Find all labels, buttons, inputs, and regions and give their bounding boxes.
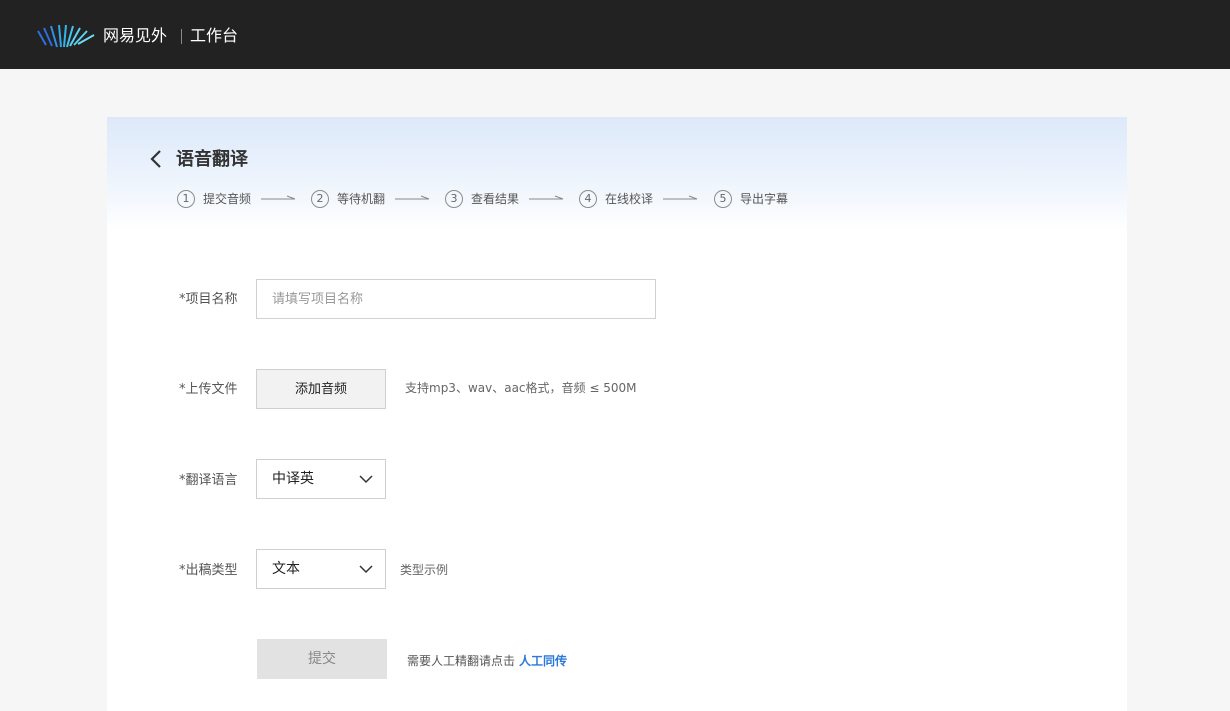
brand-name[interactable]: 网易见外 — [103, 26, 167, 46]
arrow-right-icon — [529, 195, 564, 200]
translation-language-select[interactable]: 中译英 — [256, 459, 386, 499]
arrow-right-icon — [261, 195, 296, 200]
step-number: 3 — [445, 190, 463, 208]
chevron-left-icon[interactable] — [147, 148, 165, 170]
add-audio-button[interactable]: 添加音频 — [256, 369, 386, 409]
project-name-input[interactable] — [272, 280, 642, 318]
submit-button[interactable]: 提交 — [257, 639, 387, 679]
workspace-link[interactable]: 工作台 — [190, 26, 238, 46]
page-title: 语音翻译 — [176, 149, 248, 170]
manual-translation-hint: 需要人工精翻请点击 — [407, 654, 516, 668]
step-label: 查看结果 — [471, 192, 520, 206]
project-name-field[interactable] — [256, 279, 656, 319]
output-type-select[interactable]: 文本 — [256, 549, 386, 589]
top-navigation-bar: 网易见外 工作台 — [0, 0, 1230, 69]
step-number: 1 — [177, 190, 195, 208]
header-divider — [181, 29, 182, 44]
step-number: 5 — [714, 190, 732, 208]
selected-language: 中译英 — [272, 471, 314, 487]
type-example-link[interactable]: 类型示例 — [400, 562, 448, 578]
translation-language-label: *翻译语言 — [179, 473, 238, 488]
step-label: 在线校译 — [605, 192, 654, 206]
step-number: 4 — [579, 190, 597, 208]
upload-file-label: *上传文件 — [179, 382, 238, 397]
chevron-down-icon — [359, 475, 373, 484]
step-label: 导出字幕 — [740, 192, 789, 206]
card-header: 语音翻译 1 提交音频 2 等待机翻 3 查看结果 4 在线校译 5 导出字幕 — [107, 117, 1127, 232]
output-type-label: *出稿类型 — [179, 563, 238, 578]
arrow-right-icon — [663, 195, 698, 200]
project-name-label: *项目名称 — [179, 292, 238, 307]
upload-format-hint: 支持mp3、wav、aac格式，音频 ≤ 500M — [405, 381, 637, 395]
step-label: 等待机翻 — [337, 192, 386, 206]
translation-form-card: 语音翻译 1 提交音频 2 等待机翻 3 查看结果 4 在线校译 5 导出字幕 … — [107, 117, 1127, 711]
step-number: 2 — [311, 190, 329, 208]
chevron-down-icon — [359, 565, 373, 574]
step-label: 提交音频 — [203, 192, 252, 206]
arrow-right-icon — [395, 195, 430, 200]
manual-interpretation-link[interactable]: 人工同传 — [519, 653, 567, 669]
selected-output-type: 文本 — [272, 561, 300, 577]
wave-stripes-logo-icon[interactable] — [36, 23, 96, 49]
